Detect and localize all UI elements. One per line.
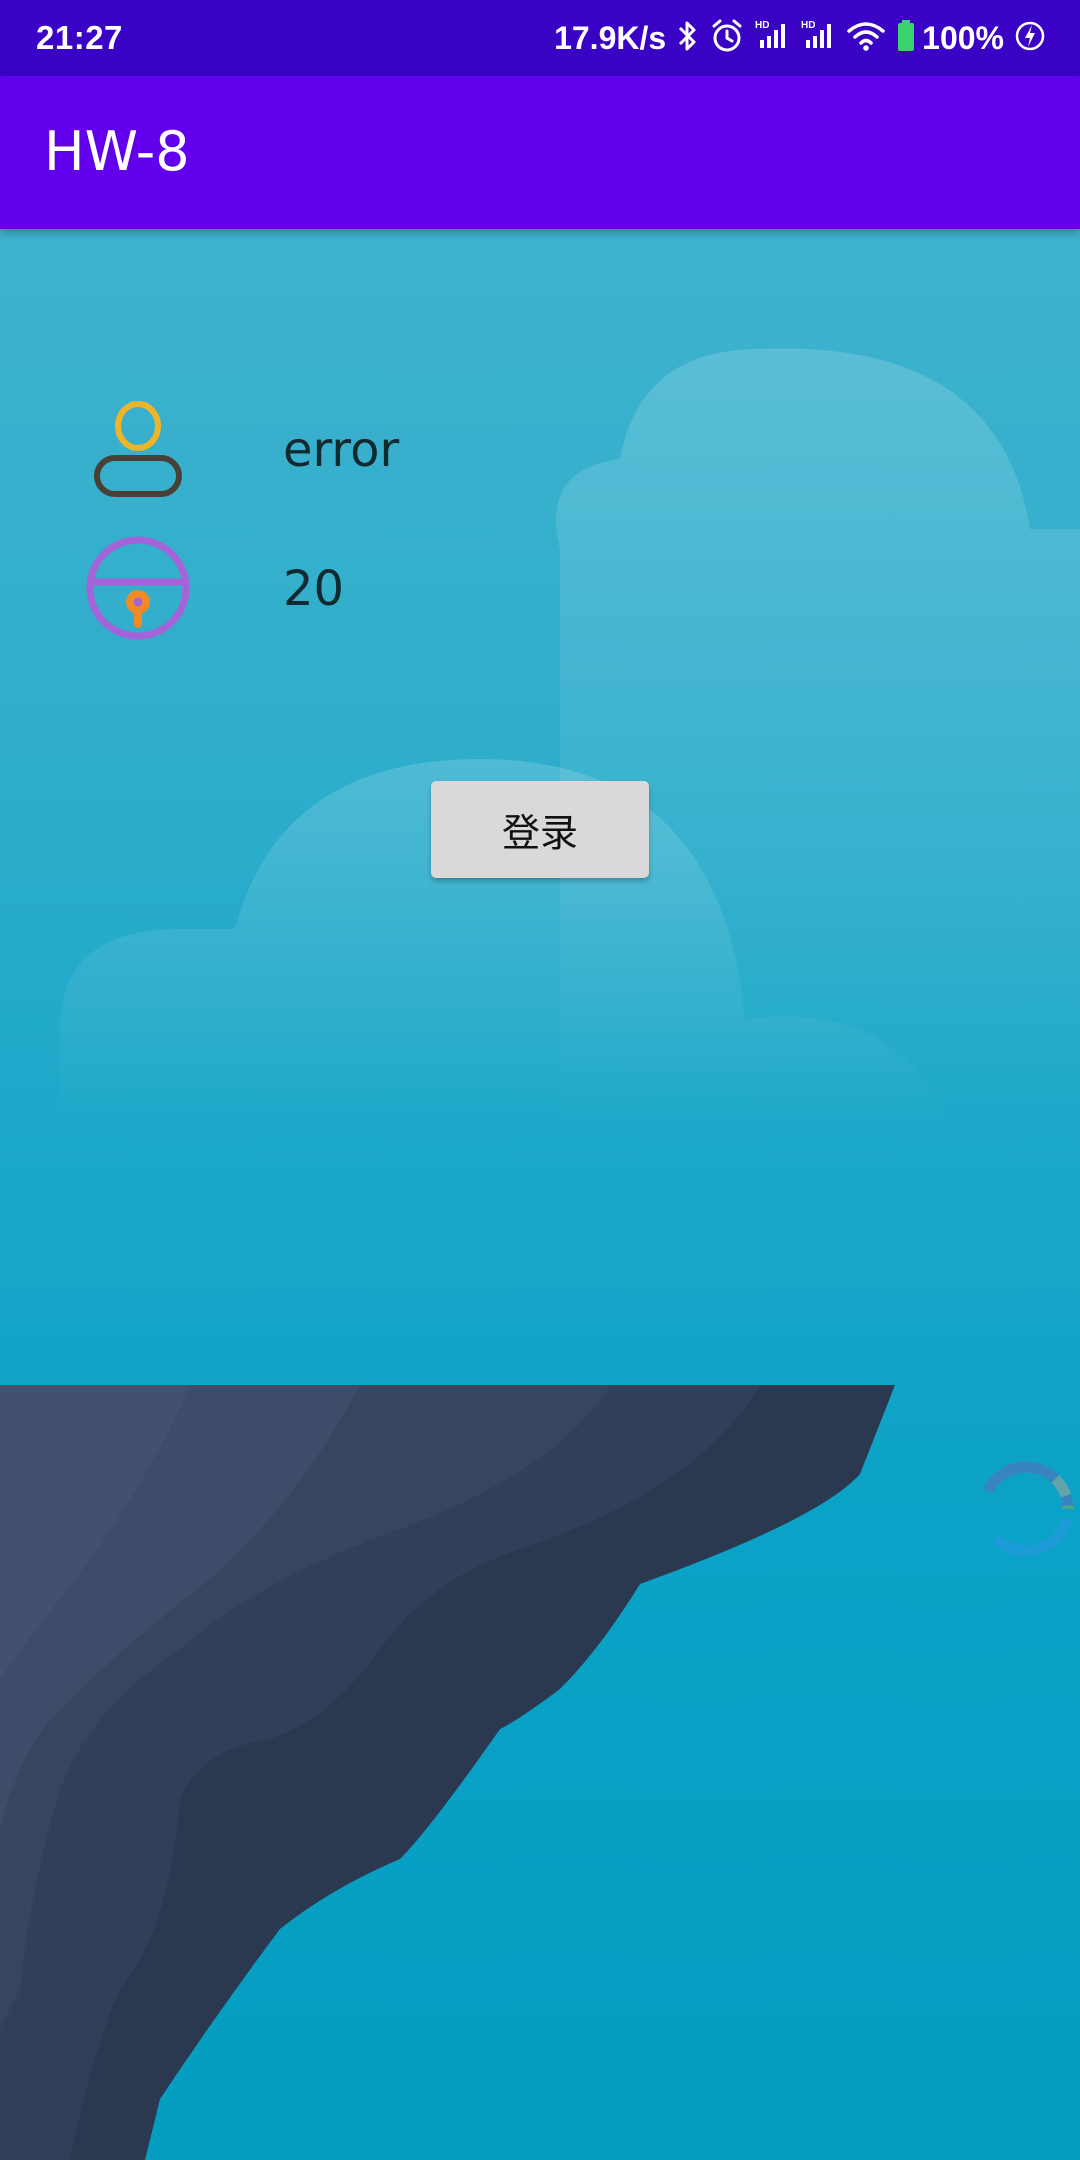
user-icon <box>92 400 184 500</box>
alarm-icon <box>710 18 744 58</box>
status-bar: 21:27 17.9K/s HD HD 100% <box>0 0 1080 76</box>
svg-text:HD: HD <box>755 20 769 31</box>
wifi-icon <box>846 18 886 58</box>
battery-percentage: 100% <box>922 19 1004 56</box>
battery-icon <box>896 18 916 58</box>
svg-text:HD: HD <box>801 20 815 31</box>
app-title: HW-8 <box>44 120 190 183</box>
bluetooth-icon <box>676 18 700 58</box>
login-button[interactable]: 登录 <box>431 781 649 878</box>
status-time: 21:27 <box>36 19 123 56</box>
network-speed: 17.9K/s <box>554 19 667 56</box>
status-icons: 17.9K/s HD HD 100% <box>554 18 1046 58</box>
charging-icon <box>1014 18 1046 58</box>
background-illustration <box>0 348 1080 2160</box>
hd-signal-icon: HD <box>800 18 836 58</box>
app-bar: HW-8 <box>0 76 1080 229</box>
loading-spinner-icon <box>978 1461 1074 1557</box>
username-field[interactable]: error <box>283 422 399 478</box>
lock-icon <box>84 532 192 642</box>
hd-signal-icon: HD <box>754 18 790 58</box>
screen: 21:27 17.9K/s HD HD 100% HW-8 error 20 登… <box>0 0 1080 2160</box>
password-field[interactable]: 20 <box>283 561 344 617</box>
